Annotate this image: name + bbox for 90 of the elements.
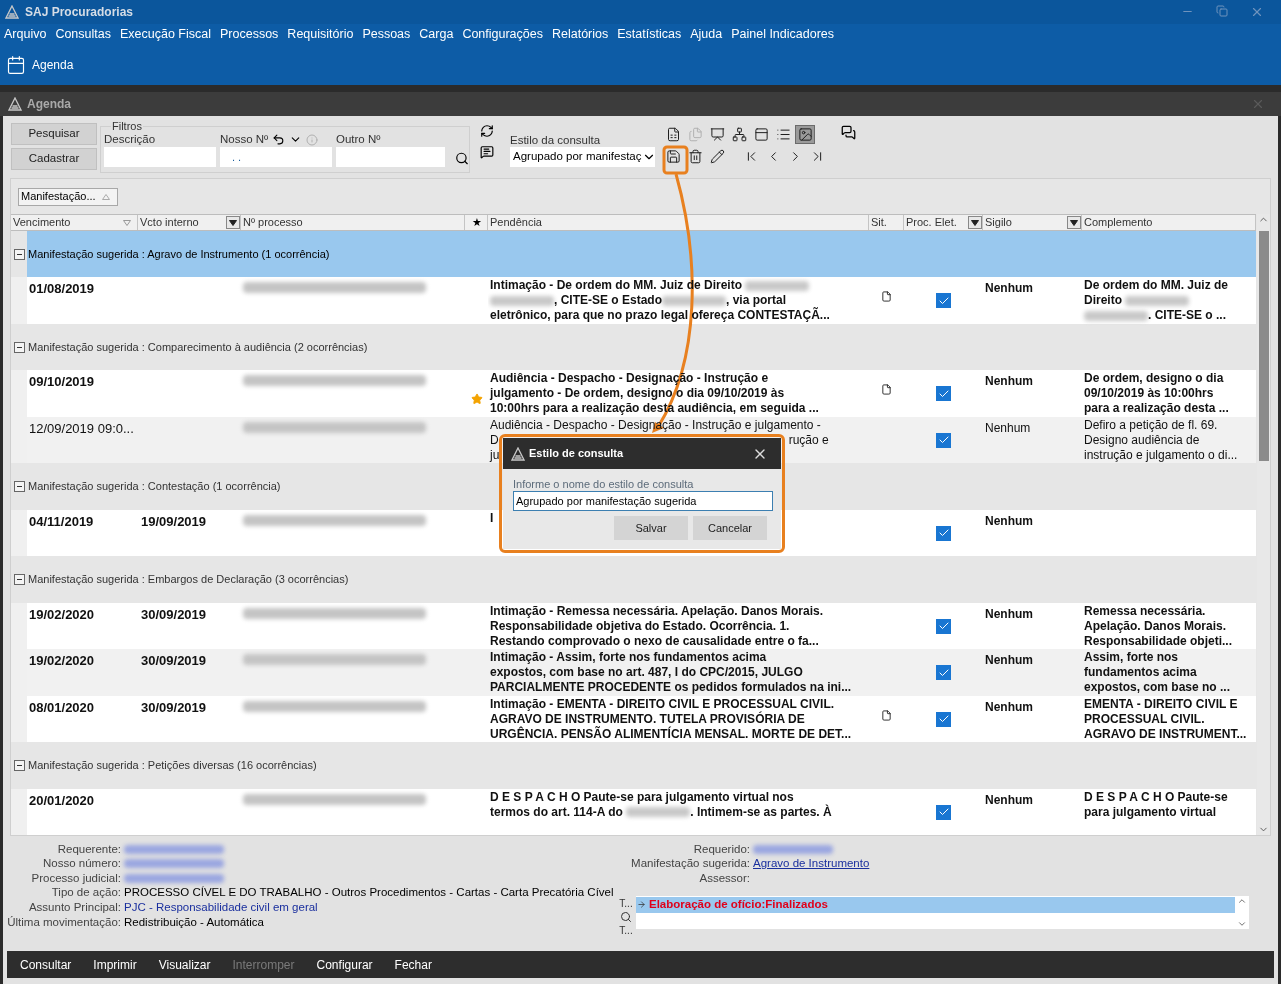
cell-text: termos do art. 114-A do bbox=[490, 804, 624, 819]
due-date: 19/02/2020 bbox=[29, 653, 95, 669]
cell-text: D E S P A C H O Paute-se bbox=[1084, 789, 1228, 804]
detail-label: Última movimentação: bbox=[6, 914, 122, 930]
detail-label: Tipo de ação: bbox=[50, 885, 122, 901]
secrecy-text: Nenhum bbox=[985, 653, 1033, 668]
side-label: T... bbox=[619, 923, 633, 938]
detail-label: Assessor: bbox=[698, 870, 751, 886]
cell-text: Restando comprovado o nexo de causalidade entre o fa... bbox=[490, 633, 819, 648]
list-item-text: Elaboração de ofício:Finalizados bbox=[649, 897, 828, 913]
due-date: 20/01/2020 bbox=[29, 792, 95, 808]
column-title: Vencimento bbox=[13, 215, 71, 231]
cell-text: para a realização desta ... bbox=[1084, 401, 1229, 416]
due-date: 08/01/2020 bbox=[29, 699, 95, 715]
side-label: T... bbox=[619, 896, 633, 911]
column-title: Vcto interno bbox=[140, 215, 199, 231]
cell-text: Intimação - Remessa necessária. Apelação. Danos Morais. bbox=[490, 603, 824, 618]
cell-text: Direito bbox=[1084, 293, 1123, 308]
due-date: 19/02/2020 bbox=[29, 606, 95, 622]
secrecy-text: Nenhum bbox=[985, 699, 1033, 714]
internal-date: 30/09/2019 bbox=[141, 699, 207, 715]
column-title: Proc. Elet. bbox=[906, 215, 957, 231]
secrecy-text: Nenhum bbox=[985, 606, 1033, 621]
cell-text: De ordem do MM. Juiz de bbox=[1084, 278, 1228, 293]
column-title: Sit. bbox=[871, 215, 887, 231]
cell-text: ju bbox=[490, 447, 500, 462]
cell-text: Remessa necessária. bbox=[1084, 603, 1206, 618]
internal-date: 19/09/2019 bbox=[141, 513, 207, 529]
cell-text: rução e bbox=[788, 432, 829, 447]
cell-text: 09/10/2019 às 10:00hrs bbox=[1084, 386, 1214, 401]
cell-text: eletrônico, para que no prazo legal ofereça CONTESTAÇÃ... bbox=[490, 308, 830, 323]
cell-text: I bbox=[490, 510, 494, 525]
cell-text: , CITE-SE o Estado bbox=[554, 293, 662, 308]
cell-text: Intimação - Assim, forte nos fundamentos acima bbox=[490, 650, 767, 665]
cell-text: instrução e julgamento o di... bbox=[1084, 447, 1238, 462]
cell-text: URGÊNCIA. PENSÃO ALIMENTÍCIA MENSAL. MORTE DE DET... bbox=[490, 726, 852, 741]
cell-text: PARCIALMENTE PROCEDENTE os pedidos formulados na ini... bbox=[490, 680, 852, 695]
column-title: ★ bbox=[472, 215, 482, 231]
detail-value: PROCESSO CÍVEL E DO TRABALHO - Outros Procedimentos - Cartas - Carta Precatória Cível bbox=[124, 885, 614, 901]
due-date: 04/11/2019 bbox=[29, 513, 94, 529]
cell-text: PROCESSUAL CIVIL. bbox=[1084, 711, 1205, 726]
cell-text: expostos, com base no ... bbox=[1084, 680, 1231, 695]
due-date: 01/08/2019 bbox=[29, 281, 95, 297]
column-title: Nº processo bbox=[243, 215, 303, 231]
detail-label: Requerido: bbox=[692, 841, 751, 857]
field-label: Informe o nome do estilo de consulta bbox=[513, 478, 695, 491]
subwindow-title: Agenda bbox=[27, 95, 71, 113]
internal-date: 30/09/2019 bbox=[141, 653, 207, 669]
cell-text: expostos, com base no art. 487, I do CPC/2015, JULGO bbox=[490, 665, 803, 680]
cell-text: Apelação. Danos Morais. bbox=[1084, 618, 1227, 633]
detail-label: Processo judicial: bbox=[30, 870, 122, 886]
column-title: Pendência bbox=[490, 215, 542, 231]
detail-label: Manifestação sugerida: bbox=[630, 856, 751, 872]
cell-text: fundamentos acima bbox=[1084, 665, 1197, 680]
secrecy-text: Nenhum bbox=[985, 281, 1033, 296]
cell-text: Assim, forte nos bbox=[1084, 650, 1179, 665]
detail-value: Redistribuição - Automática bbox=[124, 914, 264, 930]
detail-label: Nosso número: bbox=[42, 856, 122, 872]
cell-text: Responsabilidade objetiva do Estado. Ocorrência. 1. bbox=[490, 618, 790, 633]
cell-text: . Intimem-se as partes. À bbox=[690, 804, 832, 819]
cell-text: , via portal bbox=[726, 293, 787, 308]
cell-text: para julgamento virtual bbox=[1084, 804, 1217, 819]
cell-text: De ordem, designo o dia bbox=[1084, 371, 1224, 386]
secrecy-text: Nenhum bbox=[985, 374, 1033, 389]
window-title: SAJ Procuradorias bbox=[25, 4, 134, 21]
cell-text: EMENTA - DIREITO CIVIL E bbox=[1084, 696, 1238, 711]
cell-text: D E S P A C H O Paute-se para julgamento virtual nos bbox=[490, 789, 794, 804]
due-date: 12/09/2019 09:0... bbox=[29, 420, 134, 436]
cell-text: Defiro a petição de fl. 69. bbox=[1084, 417, 1218, 432]
cell-text: Designo audiência de bbox=[1084, 432, 1200, 447]
cell-text: D bbox=[490, 432, 499, 447]
cell-text: AGRAVO DE INSTRUMENTO. TUTELA PROVISÓRIA DE bbox=[490, 711, 805, 726]
cell-text: Intimação - EMENTA - DIREITO CIVIL E PROCESSUAL CIVIL. bbox=[490, 696, 835, 711]
secrecy-text: Nenhum bbox=[985, 792, 1033, 807]
cell-text: Responsabilidade objeti... bbox=[1084, 633, 1233, 648]
secrecy-text: Nenhum bbox=[985, 420, 1031, 435]
field-label: Estilo da consulta bbox=[510, 133, 602, 147]
detail-label: Requerente: bbox=[56, 841, 122, 857]
dialog-title: Estilo de consulta bbox=[529, 446, 624, 462]
due-date: 09/10/2019 bbox=[29, 374, 95, 390]
secrecy-text: Nenhum bbox=[985, 513, 1033, 528]
field-label: Nosso Nº bbox=[220, 131, 269, 147]
column-title: Sigilo bbox=[985, 215, 1012, 231]
cell-text: AGRAVO DE INSTRUMENT... bbox=[1084, 726, 1247, 741]
internal-date: 30/09/2019 bbox=[141, 606, 207, 622]
cell-text: julgamento - De ordem, designo o dia 09/10/2019 às bbox=[490, 386, 785, 401]
cell-text: . CITE-SE o ... bbox=[1148, 308, 1226, 323]
detail-label: Assunto Principal: bbox=[27, 900, 122, 916]
column-title: Complemento bbox=[1084, 215, 1153, 231]
field-label: Outro Nº bbox=[336, 131, 381, 147]
